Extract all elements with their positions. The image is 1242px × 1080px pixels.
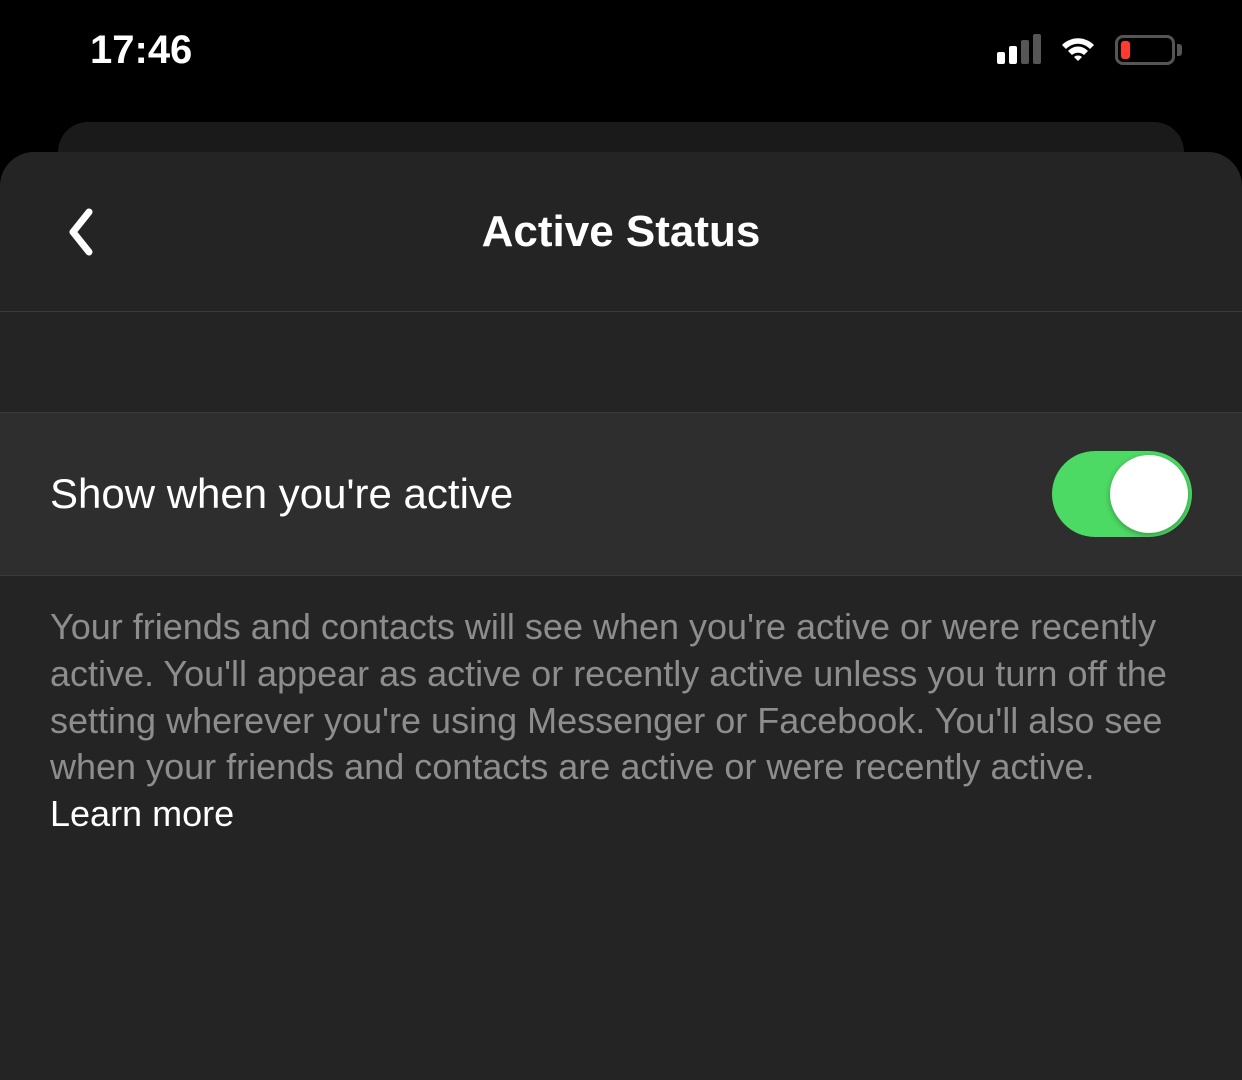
spacer [0,312,1242,412]
navigation-header: Active Status [0,152,1242,312]
settings-sheet: Active Status Show when you're active Yo… [0,152,1242,1080]
status-time: 17:46 [90,28,192,73]
toggle-knob [1110,455,1188,533]
learn-more-link[interactable]: Learn more [50,793,234,834]
wifi-icon [1057,35,1099,65]
active-status-toggle[interactable] [1052,451,1192,537]
setting-description: Your friends and contacts will see when … [0,576,1242,866]
setting-label: Show when you're active [50,470,513,518]
cellular-signal-icon [997,36,1041,64]
status-bar: 17:46 [0,0,1242,100]
active-status-setting-row: Show when you're active [0,412,1242,576]
back-button[interactable] [50,202,110,262]
status-indicators [997,35,1182,65]
page-title: Active Status [50,207,1192,257]
chevron-left-icon [65,208,95,256]
battery-icon [1115,35,1182,65]
description-text: Your friends and contacts will see when … [50,606,1167,787]
